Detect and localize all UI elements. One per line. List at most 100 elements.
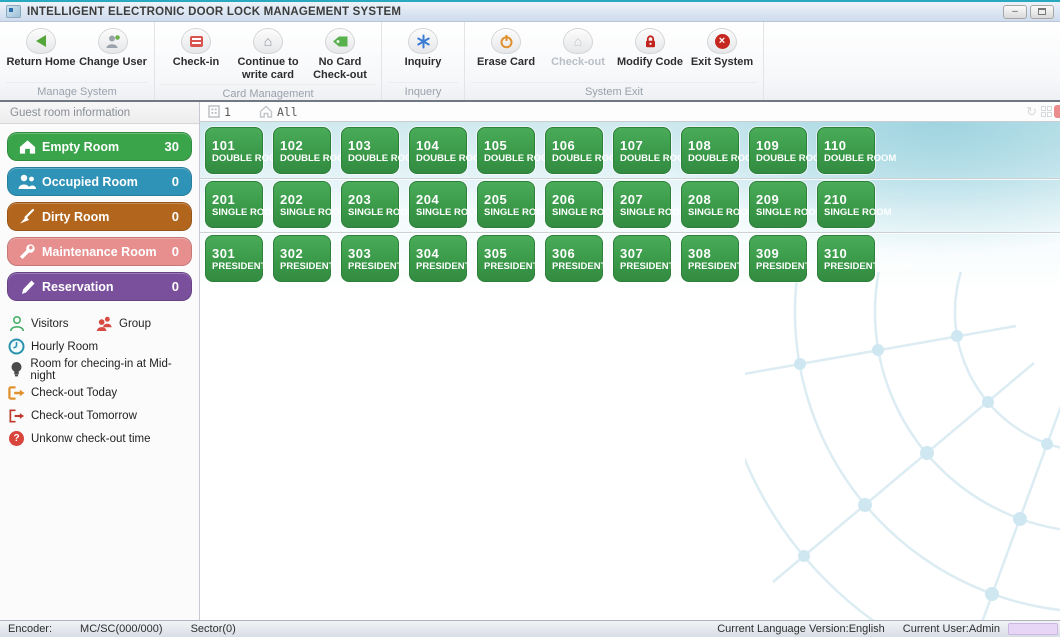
- reservation-count: 0: [172, 279, 179, 294]
- room-button-301[interactable]: 301PRESIDENT ROOM: [205, 235, 263, 282]
- title-bar: INTELLIGENT ELECTRONIC DOOR LOCK MANAGEM…: [0, 0, 1060, 22]
- layout-grid-icon[interactable]: [1041, 106, 1052, 117]
- room-button-310[interactable]: 310PRESIDENT ROOM: [817, 235, 875, 282]
- unknown-checkout-item[interactable]: ? Unkonw check-out time: [8, 428, 191, 449]
- room-button-209[interactable]: 209SINGLE ROOM: [749, 181, 807, 228]
- room-panel: 1 All ↻: [200, 102, 1060, 620]
- person-icon: [17, 173, 37, 190]
- room-row: 101DOUBLE ROOM102DOUBLE ROOM103DOUBLE RO…: [200, 125, 1060, 179]
- toolbar-group-inquery: Inquiry Inquery: [382, 22, 465, 100]
- globe-decoration: [745, 272, 1060, 620]
- midnight-checkin-item[interactable]: Room for checing-in at Mid-night: [8, 359, 191, 380]
- room-button-201[interactable]: 201SINGLE ROOM: [205, 181, 263, 228]
- room-button-107[interactable]: 107DOUBLE ROOM: [613, 127, 671, 174]
- encoder-label: Encoder:: [8, 623, 52, 635]
- restore-button[interactable]: [1030, 5, 1054, 19]
- room-button-302[interactable]: 302PRESIDENT ROOM: [273, 235, 331, 282]
- checkout-today-item[interactable]: Check-out Today: [8, 382, 191, 403]
- minimize-button[interactable]: –: [1003, 5, 1027, 19]
- room-button-210[interactable]: 210SINGLE ROOM: [817, 181, 875, 228]
- change-user-button[interactable]: Change User: [78, 26, 148, 69]
- room-button-110[interactable]: 110DOUBLE ROOM: [817, 127, 875, 174]
- status-chip: [1008, 623, 1058, 635]
- room-button-103[interactable]: 103DOUBLE ROOM: [341, 127, 399, 174]
- check-out-button[interactable]: ⌂ Check-out: [543, 26, 613, 69]
- empty-room-button[interactable]: Empty Room 30: [7, 132, 192, 161]
- maintenance-room-button[interactable]: Maintenance Room 0: [7, 237, 192, 266]
- room-button-305[interactable]: 305PRESIDENT ROOM: [477, 235, 535, 282]
- room-button-205[interactable]: 205SINGLE ROOM: [477, 181, 535, 228]
- room-button-104[interactable]: 104DOUBLE ROOM: [409, 127, 467, 174]
- checkout-tomorrow-icon: [8, 408, 25, 424]
- erase-card-button[interactable]: Erase Card: [471, 26, 541, 69]
- encoder-value: MC/SC(000/000): [80, 623, 163, 635]
- check-in-card-icon: [190, 36, 203, 47]
- occupied-room-button[interactable]: Occupied Room 0: [7, 167, 192, 196]
- room-button-308[interactable]: 308PRESIDENT ROOM: [681, 235, 739, 282]
- reservation-button[interactable]: Reservation 0: [7, 272, 192, 301]
- room-grid: 101DOUBLE ROOM102DOUBLE ROOM103DOUBLE RO…: [200, 122, 1060, 286]
- lock-icon: [643, 34, 658, 49]
- room-button-309[interactable]: 309PRESIDENT ROOM: [749, 235, 807, 282]
- room-button-101[interactable]: 101DOUBLE ROOM: [205, 127, 263, 174]
- room-button-204[interactable]: 204SINGLE ROOM: [409, 181, 467, 228]
- checkout-tomorrow-item[interactable]: Check-out Tomorrow: [8, 405, 191, 426]
- checkout-today-icon: [8, 385, 25, 401]
- room-button-202[interactable]: 202SINGLE ROOM: [273, 181, 331, 228]
- return-home-button[interactable]: Return Home: [6, 26, 76, 69]
- room-button-303[interactable]: 303PRESIDENT ROOM: [341, 235, 399, 282]
- room-button-307[interactable]: 307PRESIDENT ROOM: [613, 235, 671, 282]
- house-icon: [18, 138, 37, 155]
- room-button-203[interactable]: 203SINGLE ROOM: [341, 181, 399, 228]
- room-button-208[interactable]: 208SINGLE ROOM: [681, 181, 739, 228]
- wrench-icon: [18, 243, 36, 260]
- hourly-room-item[interactable]: Hourly Room: [8, 336, 191, 357]
- room-button-304[interactable]: 304PRESIDENT ROOM: [409, 235, 467, 282]
- toolbar-group-card-management: Check-in ⌂ Continue to write card No Car…: [155, 22, 382, 100]
- room-button-106[interactable]: 106DOUBLE ROOM: [545, 127, 603, 174]
- dirty-room-button[interactable]: Dirty Room 0: [7, 202, 192, 231]
- room-button-207[interactable]: 207SINGLE ROOM: [613, 181, 671, 228]
- restore-icon: [1038, 8, 1046, 15]
- inquiry-button[interactable]: Inquiry: [388, 26, 458, 69]
- broom-icon: [18, 208, 36, 225]
- room-button-102[interactable]: 102DOUBLE ROOM: [273, 127, 331, 174]
- refresh-icon[interactable]: ↻: [1026, 105, 1037, 118]
- building-icon: [208, 105, 220, 118]
- group-label-inquery: Inquery: [388, 82, 458, 100]
- sector-value: Sector(0): [191, 623, 236, 635]
- visitor-icon: [9, 315, 25, 332]
- exit-system-button[interactable]: × Exit System: [687, 26, 757, 69]
- door-lock-management-window: { "window": { "title": "INTELLIGENT ELEC…: [0, 0, 1060, 637]
- tab-all[interactable]: All: [255, 102, 308, 121]
- room-button-206[interactable]: 206SINGLE ROOM: [545, 181, 603, 228]
- tab-strip-accent: [1054, 105, 1060, 118]
- floor-tab-strip: 1 All ↻: [200, 102, 1060, 122]
- exit-icon: ×: [715, 34, 730, 49]
- write-card-icon: ⌂: [264, 34, 272, 48]
- continue-write-card-button[interactable]: ⌂ Continue to write card: [233, 26, 303, 82]
- toolbar-spacer: [764, 22, 1060, 100]
- modify-code-button[interactable]: Modify Code: [615, 26, 685, 69]
- app-icon: [6, 5, 21, 18]
- toolbar-group-manage-system: Return Home Change User Manage System: [0, 22, 155, 100]
- house-icon: ⌂: [574, 34, 582, 48]
- room-button-109[interactable]: 109DOUBLE ROOM: [749, 127, 807, 174]
- check-in-button[interactable]: Check-in: [161, 26, 231, 69]
- tab-floor-1[interactable]: 1: [204, 102, 241, 121]
- room-button-105[interactable]: 105DOUBLE ROOM: [477, 127, 535, 174]
- room-grid-area: 101DOUBLE ROOM102DOUBLE ROOM103DOUBLE RO…: [200, 122, 1060, 620]
- language-status: Current Language Version:English: [717, 623, 885, 635]
- room-button-108[interactable]: 108DOUBLE ROOM: [681, 127, 739, 174]
- return-home-icon: [36, 35, 46, 47]
- home-icon: [259, 105, 273, 118]
- room-button-306[interactable]: 306PRESIDENT ROOM: [545, 235, 603, 282]
- no-card-checkout-button[interactable]: No Card Check-out: [305, 26, 375, 82]
- group-label-system-exit: System Exit: [471, 82, 757, 100]
- tag-icon: [332, 35, 349, 48]
- window-title: INTELLIGENT ELECTRONIC DOOR LOCK MANAGEM…: [27, 6, 401, 18]
- visitors-item[interactable]: Visitors: [8, 313, 90, 334]
- occupied-room-count: 0: [172, 174, 179, 189]
- group-item[interactable]: Group: [96, 313, 151, 334]
- status-bar: Encoder: MC/SC(000/000) Sector(0) Curren…: [0, 620, 1060, 637]
